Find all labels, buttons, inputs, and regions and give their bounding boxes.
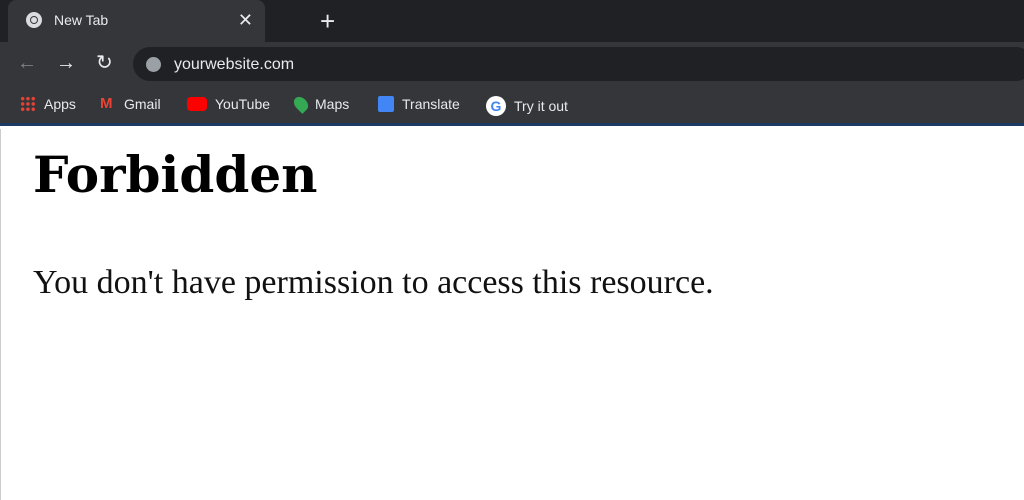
chrome-icon bbox=[26, 12, 42, 28]
tab-strip: New Tab ✕ + bbox=[0, 0, 1024, 42]
close-tab-icon[interactable]: ✕ bbox=[238, 8, 253, 32]
globe-icon bbox=[146, 57, 161, 72]
bookmark-apps[interactable]: Apps bbox=[20, 96, 76, 112]
bookmark-label: Gmail bbox=[124, 96, 161, 112]
forward-icon[interactable]: → bbox=[56, 50, 76, 76]
address-bar[interactable]: yourwebsite.com bbox=[133, 47, 1024, 81]
tab-new-tab[interactable]: New Tab ✕ bbox=[8, 0, 265, 42]
bookmark-maps[interactable]: Maps bbox=[291, 94, 350, 114]
bookmark-label: Translate bbox=[402, 96, 460, 112]
page-content: Forbidden You don't have permission to a… bbox=[0, 129, 1024, 500]
bookmark-label: YouTube bbox=[215, 96, 271, 112]
bookmark-gmail[interactable]: M Gmail bbox=[100, 95, 161, 113]
error-message: You don't have permission to access this… bbox=[33, 264, 714, 301]
translate-icon bbox=[378, 96, 394, 112]
google-icon: G bbox=[486, 96, 506, 116]
bookmark-youtube[interactable]: YouTube bbox=[187, 96, 270, 112]
bookmark-label: Apps bbox=[44, 96, 76, 112]
reload-icon[interactable]: ↻ bbox=[96, 50, 113, 76]
bookmark-label: Maps bbox=[315, 96, 350, 112]
url-text[interactable]: yourwebsite.com bbox=[174, 56, 294, 74]
new-tab-button[interactable]: + bbox=[320, 6, 335, 36]
bookmark-translate[interactable]: Translate bbox=[378, 96, 460, 112]
page-heading: Forbidden bbox=[33, 145, 318, 204]
bookmarks-bar: Apps M Gmail YouTube Maps Translate G Tr… bbox=[0, 86, 1024, 126]
back-icon[interactable]: ← bbox=[17, 50, 37, 76]
toolbar: ← → ↻ yourwebsite.com bbox=[0, 42, 1024, 86]
bookmark-label: Try it out bbox=[514, 98, 568, 114]
apps-grid-icon bbox=[20, 96, 36, 112]
tab-title: New Tab bbox=[54, 12, 109, 28]
maps-icon bbox=[291, 94, 311, 114]
youtube-icon bbox=[187, 97, 207, 111]
bookmark-try-it-out[interactable]: G Try it out bbox=[486, 96, 568, 116]
gmail-icon: M bbox=[100, 95, 113, 112]
